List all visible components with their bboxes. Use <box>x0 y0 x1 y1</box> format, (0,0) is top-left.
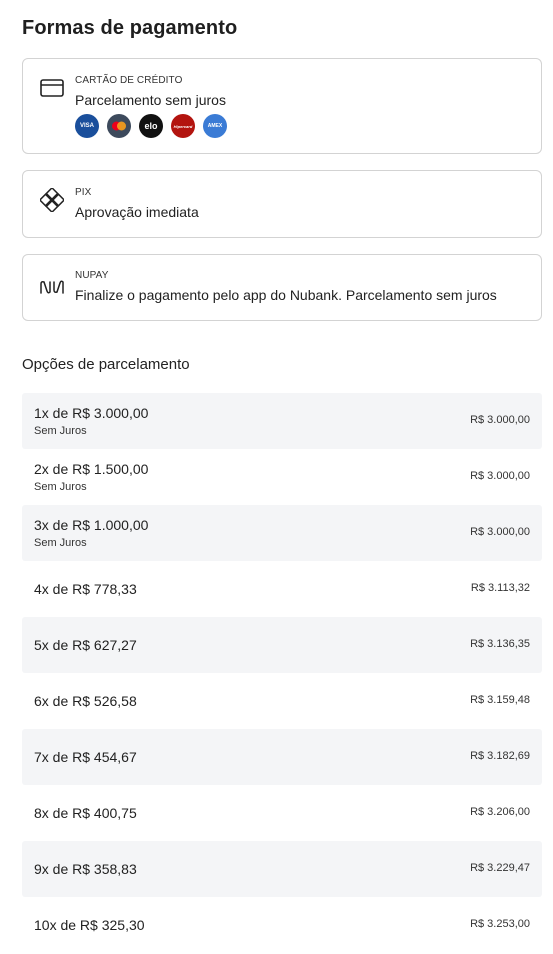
installment-label: 10x de R$ 325,30 <box>34 917 145 933</box>
installment-option-1x[interactable]: 1x de R$ 3.000,00 Sem Juros R$ 3.000,00 <box>22 393 542 449</box>
installment-total: R$ 3.159,48 <box>470 694 530 706</box>
installment-option-5x[interactable]: 5x de R$ 627,27 R$ 3.136,35 <box>22 617 542 673</box>
installment-total: R$ 3.113,32 <box>470 582 530 594</box>
payment-page: Formas de pagamento CARTÃO DE CRÉDITO Pa… <box>0 0 553 954</box>
method-type-label: CARTÃO DE CRÉDITO <box>75 75 183 86</box>
amex-logo: AMEX <box>203 114 227 138</box>
installment-label: 6x de R$ 526,58 <box>34 693 137 709</box>
installment-total: R$ 3.206,00 <box>470 806 530 818</box>
installment-total: R$ 3.136,35 <box>470 638 530 650</box>
method-description: Aprovação imediata <box>75 204 199 220</box>
installment-option-3x[interactable]: 3x de R$ 1.000,00 Sem Juros R$ 3.000,00 <box>22 505 542 561</box>
card-brands: VISA elo Hipercard AMEX <box>75 114 227 138</box>
credit-card-icon <box>39 75 65 101</box>
installment-total: R$ 3.182,69 <box>470 750 530 762</box>
installment-option-10x[interactable]: 10x de R$ 325,30 R$ 3.253,00 <box>22 897 542 953</box>
installment-label: 2x de R$ 1.500,00 <box>34 461 149 477</box>
installment-interest: Sem Juros <box>34 425 87 437</box>
installment-option-8x[interactable]: 8x de R$ 400,75 R$ 3.206,00 <box>22 785 542 841</box>
installment-option-4x[interactable]: 4x de R$ 778,33 R$ 3.113,32 <box>22 561 542 617</box>
installment-total: R$ 3.253,00 <box>470 918 530 930</box>
payment-method-nupay[interactable]: NUPAY Finalize o pagamento pelo app do N… <box>22 254 542 321</box>
page-title: Formas de pagamento <box>22 17 238 39</box>
nupay-icon <box>39 274 65 300</box>
installment-option-2x[interactable]: 2x de R$ 1.500,00 Sem Juros R$ 3.000,00 <box>22 449 542 505</box>
installments-title: Opções de parcelamento <box>22 356 190 373</box>
installment-option-6x[interactable]: 6x de R$ 526,58 R$ 3.159,48 <box>22 673 542 729</box>
installment-interest: Sem Juros <box>34 481 87 493</box>
installment-option-9x[interactable]: 9x de R$ 358,83 R$ 3.229,47 <box>22 841 542 897</box>
installment-total: R$ 3.229,47 <box>470 862 530 874</box>
elo-logo: elo <box>139 114 163 138</box>
installment-total: R$ 3.000,00 <box>470 470 530 482</box>
method-type-label: NUPAY <box>75 270 109 281</box>
installment-label: 7x de R$ 454,67 <box>34 749 137 765</box>
pix-icon <box>39 187 65 213</box>
method-description: Parcelamento sem juros <box>75 92 226 108</box>
installment-label: 5x de R$ 627,27 <box>34 637 137 653</box>
installment-label: 8x de R$ 400,75 <box>34 805 137 821</box>
installment-label: 3x de R$ 1.000,00 <box>34 517 149 533</box>
installment-label: 1x de R$ 3.000,00 <box>34 405 149 421</box>
installment-label: 4x de R$ 778,33 <box>34 581 137 597</box>
installment-total: R$ 3.000,00 <box>470 414 530 426</box>
installment-option-7x[interactable]: 7x de R$ 454,67 R$ 3.182,69 <box>22 729 542 785</box>
payment-method-pix[interactable]: PIX Aprovação imediata <box>22 170 542 238</box>
installment-interest: Sem Juros <box>34 537 87 549</box>
installment-total: R$ 3.000,00 <box>470 526 530 538</box>
installment-label: 9x de R$ 358,83 <box>34 861 137 877</box>
method-description: Finalize o pagamento pelo app do Nubank.… <box>75 287 497 303</box>
payment-method-credit-card[interactable]: CARTÃO DE CRÉDITO Parcelamento sem juros… <box>22 58 542 154</box>
hipercard-logo: Hipercard <box>171 114 195 138</box>
visa-logo: VISA <box>75 114 99 138</box>
method-type-label: PIX <box>75 187 92 198</box>
mastercard-logo <box>107 114 131 138</box>
